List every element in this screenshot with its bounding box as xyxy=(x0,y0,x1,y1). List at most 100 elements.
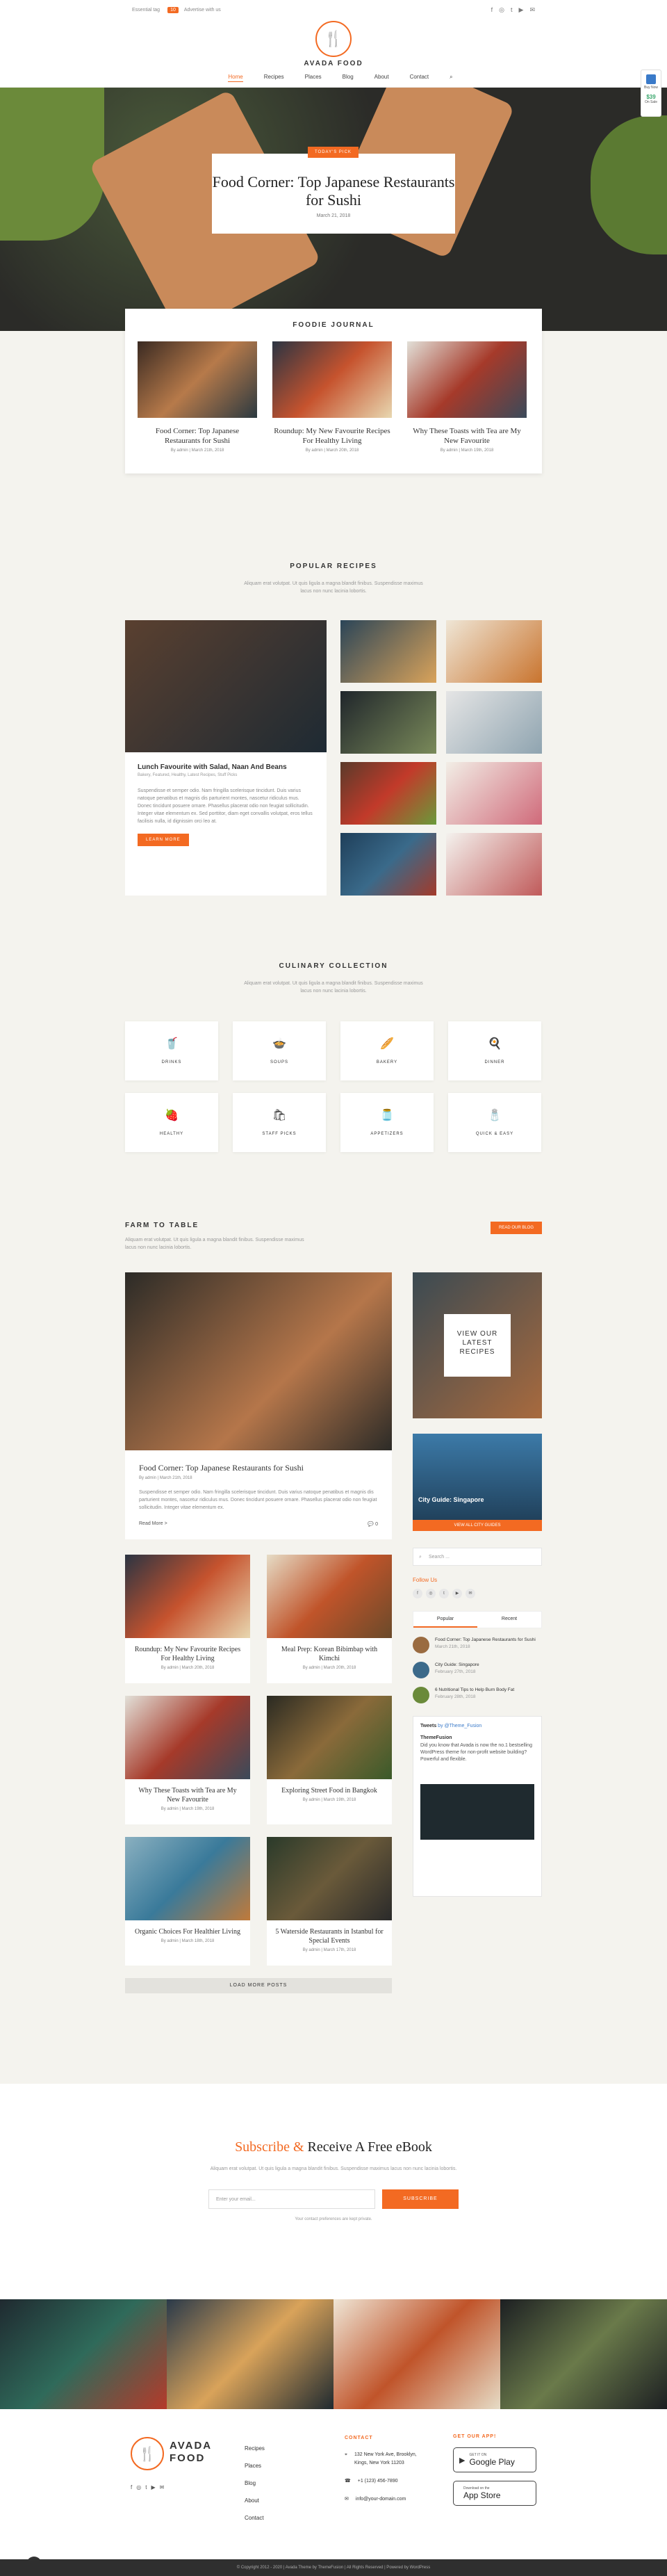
journal-image[interactable] xyxy=(407,341,527,418)
footer-logo-icon[interactable]: 🍴 xyxy=(131,2437,164,2470)
popular-post-item[interactable]: 6 Nutritional Tips to Help Burn Body Fat… xyxy=(413,1687,542,1703)
nav-recipes[interactable]: Recipes xyxy=(264,74,284,82)
journal-card[interactable]: Why These Toasts with Tea are My New Fav… xyxy=(407,341,527,453)
post-card[interactable]: Organic Choices For Healthier Living By a… xyxy=(125,1837,250,1966)
post-title[interactable]: Roundup: My New Favourite Recipes For He… xyxy=(125,1645,250,1663)
featured-post-title[interactable]: Food Corner: Top Japanese Restaurants fo… xyxy=(139,1463,378,1473)
popular-main-card[interactable]: Lunch Favourite with Salad, Naan And Bea… xyxy=(125,620,327,896)
instagram-icon[interactable]: ◎ xyxy=(136,2484,141,2490)
advertise-link[interactable]: Advertise with us xyxy=(184,8,221,13)
category-dinner[interactable]: 🍳 DINNER xyxy=(448,1021,541,1080)
read-our-blog-button[interactable]: READ OUR BLOG xyxy=(490,1222,542,1234)
popular-main-title[interactable]: Lunch Favourite with Salad, Naan And Bea… xyxy=(138,763,314,771)
twitter-icon[interactable]: t xyxy=(511,6,513,13)
nav-blog[interactable]: Blog xyxy=(343,74,354,82)
strip-image[interactable] xyxy=(500,2299,667,2409)
journal-card[interactable]: Roundup: My New Favourite Recipes For He… xyxy=(272,341,392,453)
popular-post-item[interactable]: City Guide: Singapore February 27th, 2018 xyxy=(413,1662,542,1678)
recipe-thumbnail[interactable] xyxy=(340,762,436,825)
category-appetizers[interactable]: 🫙 APPETIZERS xyxy=(340,1093,434,1152)
mail-icon[interactable]: ✉ xyxy=(466,1589,475,1598)
post-card[interactable]: 5 Waterside Restaurants in Istanbul for … xyxy=(267,1837,392,1966)
nav-contact[interactable]: Contact xyxy=(410,74,429,82)
buy-widget[interactable]: Buy Now $39 On Sale xyxy=(641,70,661,117)
footer-link-about[interactable]: About xyxy=(245,2492,265,2509)
tab-recent[interactable]: Recent xyxy=(477,1612,541,1628)
journal-card-title[interactable]: Why These Toasts with Tea are My New Fav… xyxy=(407,426,527,446)
twitter-icon[interactable]: t xyxy=(439,1589,449,1598)
instagram-icon[interactable]: ◎ xyxy=(499,6,504,13)
journal-card[interactable]: Food Corner: Top Japanese Restaurants fo… xyxy=(138,341,257,453)
learn-more-button[interactable]: LEARN MORE xyxy=(138,834,189,846)
post-title[interactable]: Why These Toasts with Tea are My New Fav… xyxy=(125,1786,250,1804)
nav-home[interactable]: Home xyxy=(228,74,243,82)
post-image[interactable] xyxy=(267,1696,392,1779)
post-card[interactable]: Exploring Street Food in Bangkok By admin… xyxy=(267,1696,392,1824)
google-play-button[interactable]: ▶ GET IT ON Google Play xyxy=(453,2447,536,2472)
footer-link-recipes[interactable]: Recipes xyxy=(245,2440,265,2457)
recipe-thumbnail[interactable] xyxy=(446,620,542,683)
popular-post-thumbnail[interactable] xyxy=(413,1687,429,1703)
post-title[interactable]: Organic Choices For Healthier Living xyxy=(125,1927,250,1936)
post-title[interactable]: Meal Prep: Korean Bibimbap with Kimchi xyxy=(267,1645,392,1663)
read-more-link[interactable]: Read More > xyxy=(139,1521,167,1527)
todays-pick-badge[interactable]: TODAY'S PICK xyxy=(308,147,359,158)
instagram-icon[interactable]: ◎ xyxy=(426,1589,436,1598)
category-staff-picks[interactable]: 🛍 STAFF PICKS xyxy=(233,1093,326,1152)
youtube-icon[interactable]: ▶ xyxy=(452,1589,462,1598)
contact-email[interactable]: info@your-domain.com xyxy=(356,2495,406,2504)
mail-icon[interactable]: ✉ xyxy=(160,2484,165,2490)
journal-card-title[interactable]: Roundup: My New Favourite Recipes For He… xyxy=(272,426,392,446)
comments-count[interactable]: 💬 0 xyxy=(368,1521,378,1527)
app-store-button[interactable]: Download on the App Store xyxy=(453,2481,536,2506)
post-image[interactable] xyxy=(125,1837,250,1920)
youtube-icon[interactable]: ▶ xyxy=(151,2484,155,2490)
footer-link-contact[interactable]: Contact xyxy=(245,2509,265,2527)
tweet-image[interactable] xyxy=(420,1784,534,1840)
popular-post-item[interactable]: Food Corner: Top Japanese Restaurants fo… xyxy=(413,1637,542,1653)
post-image[interactable] xyxy=(125,1555,250,1638)
journal-image[interactable] xyxy=(138,341,257,418)
category-bakery[interactable]: 🥖 BAKERY xyxy=(340,1021,434,1080)
nav-about[interactable]: About xyxy=(374,74,389,82)
post-card[interactable]: Why These Toasts with Tea are My New Fav… xyxy=(125,1696,250,1824)
recipe-thumbnail[interactable] xyxy=(446,691,542,754)
post-title[interactable]: Exploring Street Food in Bangkok xyxy=(267,1786,392,1795)
featured-post-image[interactable] xyxy=(125,1272,392,1450)
popular-main-image[interactable] xyxy=(125,620,327,752)
category-quick-easy[interactable]: 🧂 QUICK & EASY xyxy=(448,1093,541,1152)
latest-recipes-label[interactable]: VIEW OUR LATEST RECIPES xyxy=(444,1314,511,1377)
subscribe-button[interactable]: SUBSCRIBE xyxy=(382,2189,459,2209)
logo-text[interactable]: AVADA FOOD xyxy=(299,60,368,67)
recipe-thumbnail[interactable] xyxy=(340,620,436,683)
strip-image[interactable] xyxy=(0,2299,167,2409)
youtube-icon[interactable]: ▶ xyxy=(519,6,524,13)
category-healthy[interactable]: 🍓 HEALTHY xyxy=(125,1093,218,1152)
recipe-thumbnail[interactable] xyxy=(340,833,436,896)
facebook-icon[interactable]: f xyxy=(131,2484,132,2490)
mail-icon[interactable]: ✉ xyxy=(529,6,535,13)
post-card[interactable]: Roundup: My New Favourite Recipes For He… xyxy=(125,1555,250,1683)
hero-title[interactable]: Food Corner: Top Japanese Restaurants fo… xyxy=(212,173,455,209)
logo-icon[interactable]: 🍴 xyxy=(315,21,352,57)
load-more-button[interactable]: LOAD MORE POSTS xyxy=(125,1978,392,1993)
tweets-handle[interactable]: by @Theme_Fusion xyxy=(438,1724,481,1728)
essential-tag-link[interactable]: Essential tag xyxy=(132,8,160,13)
strip-image[interactable] xyxy=(167,2299,334,2409)
journal-card-title[interactable]: Food Corner: Top Japanese Restaurants fo… xyxy=(138,426,257,446)
recipe-thumbnail[interactable] xyxy=(340,691,436,754)
search-input[interactable]: ⌕ Search ... xyxy=(413,1548,542,1566)
strip-image[interactable] xyxy=(334,2299,500,2409)
footer-link-blog[interactable]: Blog xyxy=(245,2474,265,2492)
recipe-thumbnail[interactable] xyxy=(446,762,542,825)
hero-card[interactable]: TODAY'S PICK Food Corner: Top Japanese R… xyxy=(212,147,455,234)
category-soups[interactable]: 🍲 SOUPS xyxy=(233,1021,326,1080)
footer-logo-text[interactable]: AVADA FOOD xyxy=(170,2440,212,2465)
category-drinks[interactable]: 🥤 DRINKS xyxy=(125,1021,218,1080)
nav-places[interactable]: Places xyxy=(305,74,322,82)
featured-post[interactable]: Food Corner: Top Japanese Restaurants fo… xyxy=(125,1272,392,1539)
footer-link-places[interactable]: Places xyxy=(245,2457,265,2474)
recipe-thumbnail[interactable] xyxy=(446,833,542,896)
post-card[interactable]: Meal Prep: Korean Bibimbap with Kimchi By… xyxy=(267,1555,392,1683)
view-city-guides-button[interactable]: VIEW ALL CITY GUIDES xyxy=(413,1520,542,1531)
